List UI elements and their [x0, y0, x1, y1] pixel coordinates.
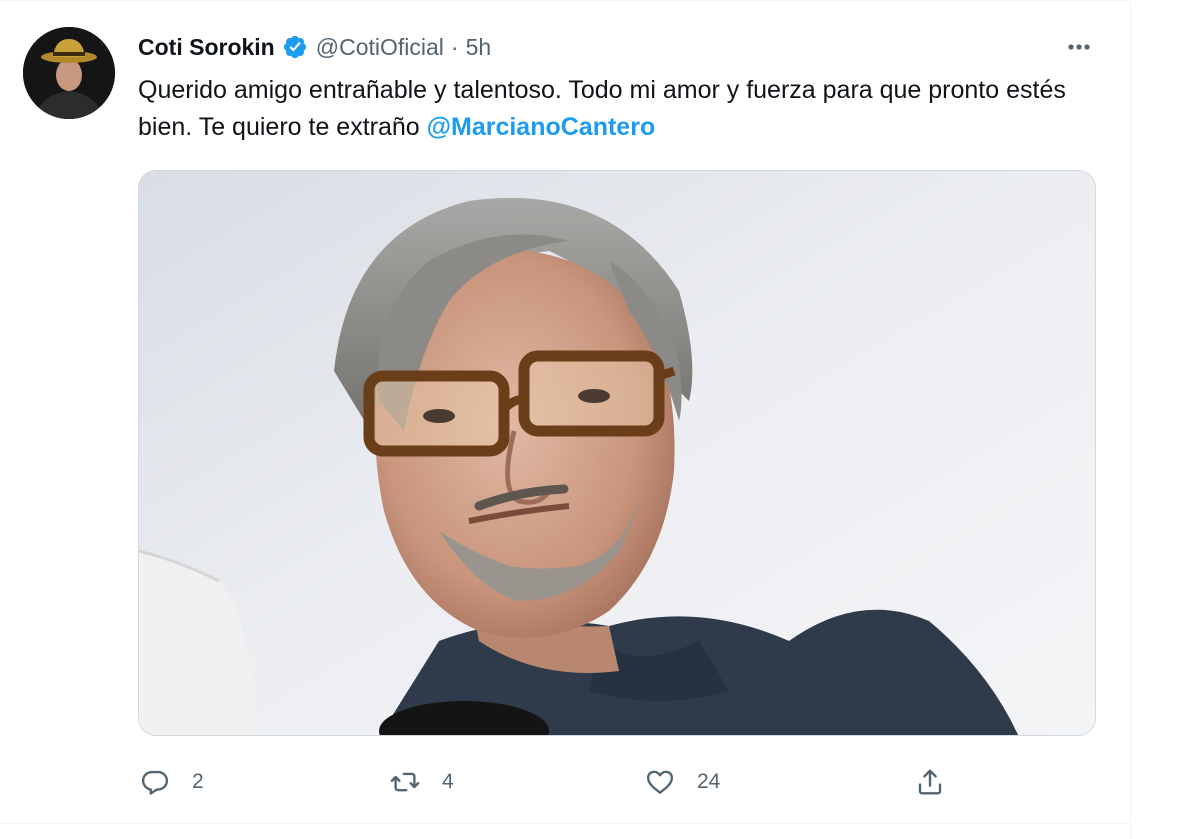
more-options-button[interactable] [1060, 34, 1098, 60]
retweet-icon [388, 765, 422, 799]
photo-image [139, 171, 1095, 735]
reply-count: 2 [192, 770, 204, 793]
tweet[interactable]: Coti Sorokin @CotiOficial · 5h Querido a… [0, 0, 1130, 824]
tweet-actions: 2 4 24 [138, 760, 958, 804]
reply-icon [138, 765, 172, 799]
right-gutter [1130, 0, 1200, 839]
like-count: 24 [697, 770, 721, 793]
verified-badge-icon [282, 34, 308, 60]
reply-button[interactable]: 2 [138, 760, 204, 804]
bottom-divider [0, 823, 1130, 824]
share-button[interactable] [913, 760, 947, 804]
retweet-count: 4 [442, 770, 454, 793]
tweet-time[interactable]: 5h [466, 30, 492, 64]
retweet-button[interactable]: 4 [388, 760, 454, 804]
tweet-photo[interactable] [138, 170, 1096, 736]
separator-dot: · [450, 34, 459, 60]
display-name[interactable]: Coti Sorokin [138, 30, 275, 64]
avatar-image [23, 27, 115, 119]
mention-link[interactable]: @MarcianoCantero [427, 113, 656, 141]
top-divider [0, 0, 1130, 1]
user-avatar[interactable] [23, 27, 115, 119]
share-icon [913, 765, 947, 799]
heart-icon [643, 765, 677, 799]
like-button[interactable]: 24 [643, 760, 720, 804]
user-handle[interactable]: @CotiOficial [316, 30, 444, 64]
more-icon [1068, 44, 1090, 50]
tweet-header: Coti Sorokin @CotiOficial · 5h [138, 30, 491, 64]
tweet-text: Querido amigo entrañable y talentoso. To… [138, 72, 1078, 146]
